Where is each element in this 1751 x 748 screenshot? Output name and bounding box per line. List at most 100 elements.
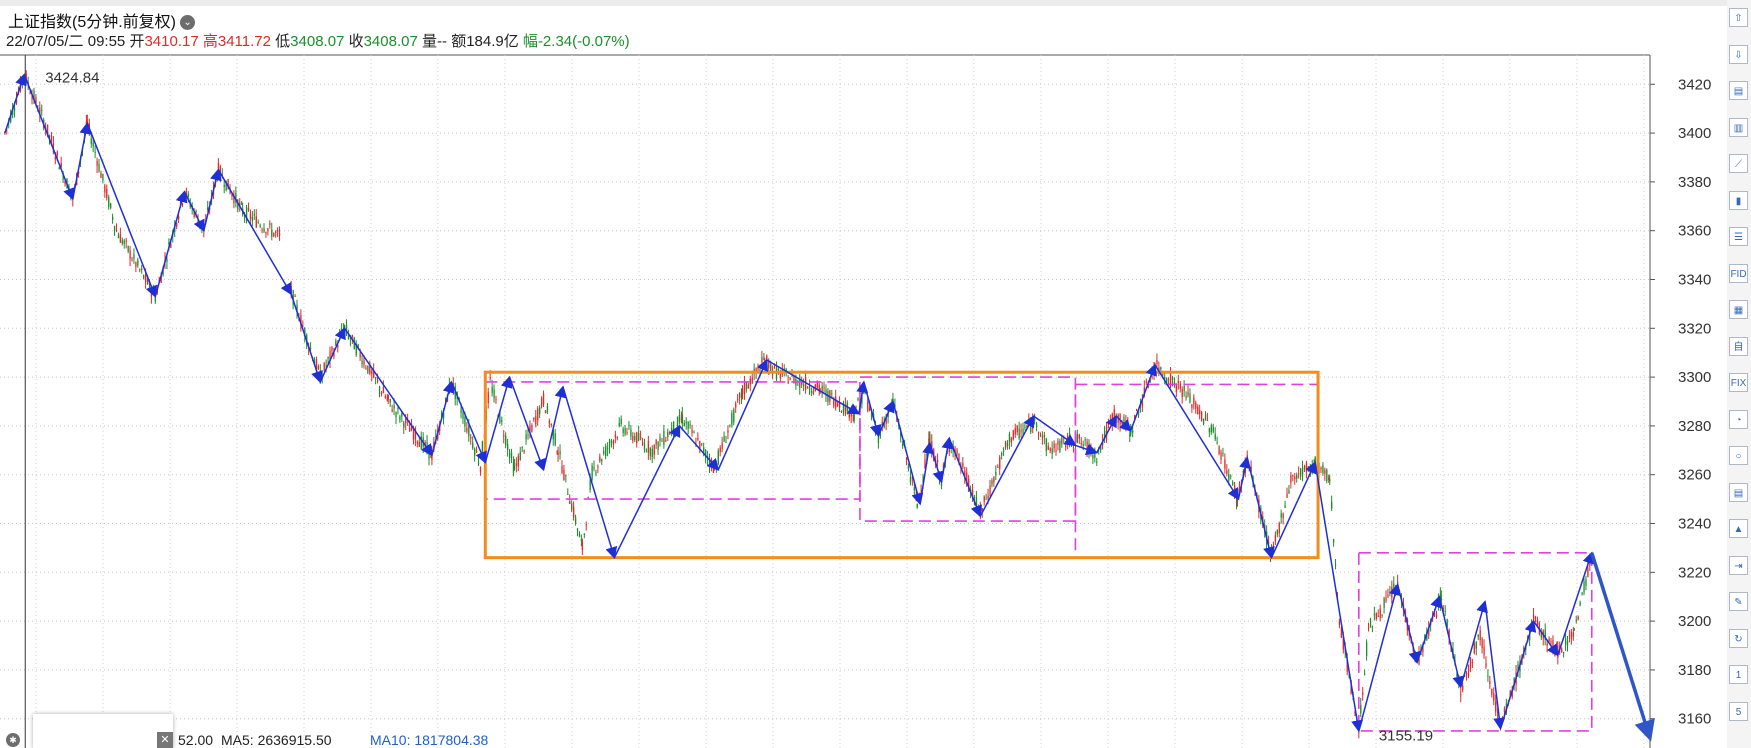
candle-body (867, 402, 869, 411)
candle-body (113, 226, 116, 231)
toolbar-button-12[interactable]: ○ (1729, 446, 1748, 465)
toolbar-button-13[interactable]: ▤ (1729, 482, 1748, 502)
candle-body (96, 161, 98, 166)
wave-segment (892, 401, 924, 506)
toolbar-button-8[interactable]: ▦ (1729, 300, 1748, 319)
candle-body (632, 435, 634, 441)
toolbar-button-11[interactable]: ◔ (1729, 409, 1748, 429)
candle-body (1084, 439, 1086, 441)
candle-body (655, 440, 657, 445)
candle-body (1292, 475, 1294, 477)
candle-body (831, 393, 833, 395)
toolbar-button-10[interactable]: FIX (1729, 373, 1748, 392)
candle-body (1364, 673, 1366, 675)
candle-body (749, 378, 751, 385)
candle-body (331, 347, 333, 352)
candle-body (1360, 705, 1362, 714)
candle-body (948, 446, 950, 453)
candle-body (94, 151, 96, 153)
y-tick-label: 3320 (1678, 320, 1711, 337)
toolbar-button-4[interactable]: ⟋ (1729, 154, 1748, 173)
candle-body (1294, 476, 1296, 480)
candle-body (399, 416, 401, 420)
candle-body (1362, 692, 1364, 696)
toolbar-button-1[interactable]: ⇩ (1729, 44, 1748, 64)
candle-body (403, 422, 405, 428)
candle-body (1324, 469, 1326, 474)
toolbar-button-16[interactable]: ✎ (1729, 592, 1748, 611)
candle-body (533, 418, 535, 420)
candle-body (1216, 442, 1218, 444)
toolbar-button-14[interactable]: ▲ (1729, 519, 1748, 538)
candle-body (1065, 445, 1067, 447)
candle-body (593, 466, 595, 470)
toolbar-button-9[interactable]: 自 (1729, 336, 1748, 356)
candle-body (1581, 593, 1583, 595)
candle-body (1575, 620, 1577, 622)
gear-icon[interactable]: ✱ (6, 733, 20, 747)
candle-body (1284, 505, 1286, 508)
candle-body (464, 417, 466, 427)
wave-segment (979, 414, 1035, 517)
candle-body (1028, 419, 1030, 423)
candle-body (634, 436, 636, 440)
candle-body (501, 420, 503, 422)
candle-body (121, 240, 123, 244)
candle-body (962, 463, 964, 468)
candle-body (412, 431, 415, 440)
candle-body (133, 254, 135, 259)
toolbar-button-2[interactable]: ▤ (1729, 81, 1748, 100)
candle-body (521, 446, 523, 448)
candle-body (1230, 475, 1232, 477)
candle-body (1338, 620, 1341, 625)
wave-segment (863, 381, 882, 438)
candle-body (1585, 579, 1587, 586)
candle-body (657, 442, 659, 450)
y-tick-label: 3260 (1678, 467, 1711, 484)
candle-body (1298, 473, 1300, 475)
candle-body (669, 432, 671, 435)
toolbar-button-5[interactable]: ▮ (1729, 190, 1748, 210)
candle-body (255, 216, 257, 228)
candle-body (537, 408, 539, 421)
candle-body (823, 387, 825, 389)
candle-body (616, 437, 618, 439)
toolbar-button-17[interactable]: ↻ (1729, 628, 1748, 648)
dashed-range-box (1074, 383, 1319, 559)
candle-body (628, 424, 630, 426)
toolbar-button-7[interactable]: FID (1729, 263, 1748, 283)
candle-body (1208, 428, 1211, 433)
candle-body (676, 416, 679, 427)
toolbar-button-19[interactable]: 5 (1729, 701, 1748, 721)
candle-body (1035, 424, 1038, 428)
candle-body (1212, 426, 1214, 432)
candle-body (1377, 615, 1379, 617)
candle-body (1435, 614, 1438, 617)
candle-body (1387, 594, 1389, 597)
toolbar-button-0[interactable]: ⇧ (1729, 8, 1748, 27)
candle-body (474, 448, 476, 456)
candle-body (645, 450, 648, 452)
price-chart[interactable]: 3160 3180 3200 3220 3240 3260 3280 3300 3320 3340… (0, 0, 1727, 748)
candle-body (384, 396, 387, 398)
candle-body (477, 462, 480, 465)
toolbar-button-6[interactable]: ☰ (1729, 227, 1748, 246)
toolbar-button-18[interactable]: 1 (1729, 665, 1748, 684)
toolbar-button-3[interactable]: ▥ (1729, 117, 1748, 137)
candle-body (638, 432, 640, 441)
candle-body (1041, 436, 1044, 438)
toolbar-button-15[interactable]: ⇥ (1729, 555, 1748, 575)
candle-body (1331, 501, 1333, 509)
candle-body (561, 466, 563, 473)
candle-body (597, 466, 599, 468)
candle-body (636, 432, 638, 444)
wave-segment (1396, 584, 1421, 665)
candle-body (143, 275, 145, 279)
candle-body (104, 185, 106, 193)
wave-segment (72, 121, 92, 200)
y-tick-label: 3220 (1678, 564, 1711, 581)
candle-body (1503, 708, 1506, 712)
candle-body (1577, 616, 1579, 620)
wave-segment (1438, 596, 1465, 689)
candle-body (1579, 602, 1581, 606)
